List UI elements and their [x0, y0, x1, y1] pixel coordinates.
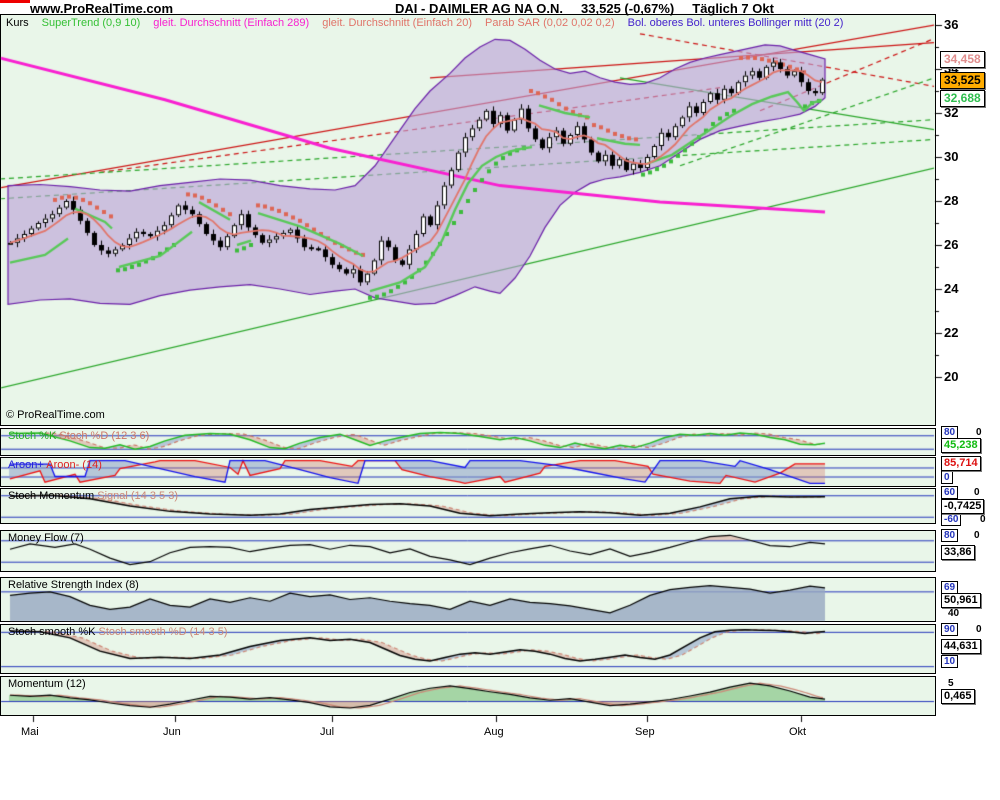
price-tick-30: 30: [944, 149, 959, 164]
month-label-Jun: Jun: [163, 726, 181, 738]
mf-plain-label-11: 0: [974, 530, 980, 541]
price-tick-22: 22: [944, 325, 959, 340]
legend-item-3[interactable]: gleit. Durchschnitt (Einfach 20): [322, 17, 472, 29]
panel-label-smi[interactable]: Stoch Momentum Signal (14 3 5 3): [8, 490, 178, 502]
panel-label-aroon-part1: Aroon- (14): [43, 459, 102, 471]
month-label-Okt: Okt: [789, 726, 807, 738]
mf-level-label-10: 80: [941, 529, 959, 542]
legend-item-5[interactable]: Bol. oberes Bol. unteres Bollinger mitt …: [628, 17, 844, 29]
stsm-plain-label-17: 0: [976, 624, 982, 635]
mom-plain-label-20: 5: [948, 678, 954, 689]
panel-label-rsi[interactable]: Relative Strength Index (8): [8, 579, 139, 591]
legend-item-1[interactable]: SuperTrend (0,9 10): [42, 17, 141, 29]
panel-label-mom-part0: Momentum (12): [8, 678, 86, 690]
panel-label-stsm[interactable]: Stoch smooth %K Stoch smooth %D (14 3 5): [8, 626, 228, 638]
panel-label-mf-part0: Money Flow (7): [8, 532, 84, 544]
panel-label-mom[interactable]: Momentum (12): [8, 678, 86, 690]
smi-level-label-8: -60: [941, 513, 962, 526]
price-tick-26: 26: [944, 237, 959, 252]
price-tick-20: 20: [944, 369, 959, 384]
price-box-0: 34,458: [940, 51, 985, 68]
month-label-Sep: Sep: [635, 726, 655, 738]
smi-plain-label-9: 0: [980, 514, 986, 525]
month-label-Mai: Mai: [21, 726, 39, 738]
stsm-value-label-18: 44,631: [941, 639, 981, 654]
chart-title: DAI - DAIMLER AG NA O.N. 33,525 (-0,67%) T…: [395, 1, 792, 16]
panel-label-smi-part0: Stoch Momentum: [8, 490, 95, 502]
stsm-level-label-19: 10: [941, 655, 959, 668]
stoch-value-label-2: 45,238: [941, 438, 981, 453]
stoch-plain-label-1: 0: [976, 427, 982, 438]
panel-label-stoch-part1: Stoch %D (12 3 6): [56, 430, 150, 442]
aroon-value-label-3: 85,714: [941, 456, 981, 471]
header-red-streak: [0, 0, 30, 3]
legend-item-2[interactable]: gleit. Durchschnitt (Einfach 289): [153, 17, 309, 29]
price-tick-36: 36: [944, 17, 959, 32]
copyright-label: © ProRealTime.com: [6, 409, 105, 421]
price-box-1: 33,525: [940, 72, 985, 89]
rsi-plain-label-15: 40: [948, 608, 960, 619]
last-quote: 33,525 (-0,67%): [581, 1, 675, 16]
mf-value-label-12: 33,86: [941, 545, 975, 560]
panel-label-mf[interactable]: Money Flow (7): [8, 532, 84, 544]
main-chart-canvas[interactable]: [0, 0, 1000, 800]
mom-value-label-21: 0,465: [941, 689, 975, 704]
month-label-Aug: Aug: [484, 726, 504, 738]
legend-item-0[interactable]: Kurs: [6, 17, 29, 29]
panel-label-stsm-part0: Stoch smooth %K: [8, 626, 96, 638]
price-tick-32: 32: [944, 105, 959, 120]
price-box-2: 32,688: [940, 90, 985, 107]
prorealtime-window: www.ProRealTime.com DAI - DAIMLER AG NA …: [0, 0, 1000, 800]
site-title: www.ProRealTime.com: [30, 1, 174, 16]
legend-item-4[interactable]: Parab SAR (0,02 0,02 0,2): [485, 17, 615, 29]
panel-label-stoch[interactable]: Stoch %K Stoch %D (12 3 6): [8, 430, 149, 442]
chart-legend: Kurs SuperTrend (0,9 10) gleit. Durchschni…: [6, 17, 843, 29]
smi-plain-label-6: 0: [974, 487, 980, 498]
price-tick-24: 24: [944, 281, 959, 296]
panel-label-stoch-part0: Stoch %K: [8, 430, 57, 442]
stsm-level-label-16: 90: [941, 623, 959, 636]
smi-value-label-7: -0,7425: [941, 499, 985, 514]
month-label-Jul: Jul: [320, 726, 335, 738]
panel-label-aroon-part0: Aroon+: [8, 459, 44, 471]
smi-level-label-5: 60: [941, 486, 959, 499]
panel-label-smi-part1: Signal (14 3 5 3): [94, 490, 178, 502]
instrument-name: DAI - DAIMLER AG NA O.N.: [395, 1, 564, 16]
price-tick-28: 28: [944, 193, 959, 208]
timeframe-label: Täglich 7 Okt: [692, 1, 774, 16]
panel-label-stsm-part1: Stoch smooth %D (14 3 5): [95, 626, 228, 638]
panel-label-rsi-part0: Relative Strength Index (8): [8, 579, 139, 591]
rsi-value-label-14: 50,961: [941, 593, 981, 608]
aroon-level-label-4: 0: [941, 471, 953, 484]
panel-label-aroon[interactable]: Aroon+ Aroon- (14): [8, 459, 102, 471]
